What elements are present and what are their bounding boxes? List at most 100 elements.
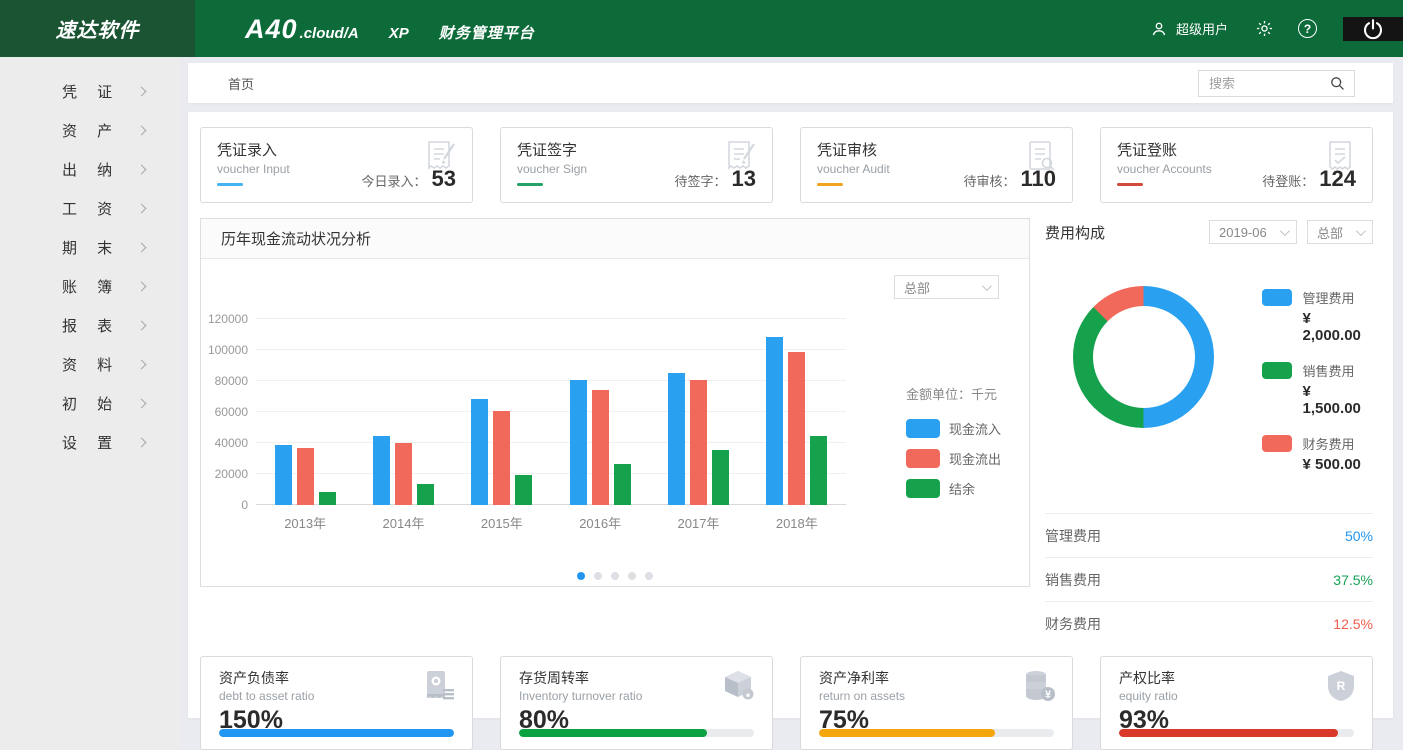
chart-org-dropdown[interactable]: 总部 xyxy=(894,275,999,299)
y-axis-tick: 20000 xyxy=(214,467,248,481)
search-icon[interactable] xyxy=(1329,75,1346,92)
chevron-right-icon xyxy=(136,437,147,448)
expense-donut-legend: 管理费用 ¥ 2,000.00 销售费用 ¥ 1,500.00 财务费用 ¥ 5… xyxy=(1262,286,1373,490)
logo-text: 速达软件 xyxy=(55,20,140,42)
expense-panel-title: 费用构成 xyxy=(1045,224,1106,242)
coins-icon: ¥ xyxy=(1021,669,1057,708)
bar-现金流出[interactable] xyxy=(296,448,314,505)
voucher-sign-card[interactable]: 凭证签字 voucher Sign 待签字： 13 xyxy=(500,127,773,203)
sidebar-item-period-end[interactable]: 期 末 xyxy=(0,228,180,267)
cashflow-plot: 0 20000 40000 60000 80000 100000 120000 xyxy=(208,312,846,512)
chevron-right-icon xyxy=(136,398,147,409)
search-box[interactable] xyxy=(1198,69,1355,97)
sidebar-item-reports[interactable]: 报 表 xyxy=(0,306,180,345)
x-axis-label: 2015年 xyxy=(480,516,523,531)
settings-gear-icon[interactable] xyxy=(1254,19,1274,39)
search-input[interactable] xyxy=(1209,75,1329,91)
cashflow-legend: 金额单位：千元 现金流入 现金流出 结余 xyxy=(905,384,1001,509)
bar-现金流出[interactable] xyxy=(493,411,511,505)
user-icon xyxy=(1149,19,1169,39)
cube-icon: ● xyxy=(721,669,757,708)
chevron-down-icon xyxy=(981,280,992,291)
sidebar-item-payroll[interactable]: 工 资 xyxy=(0,189,180,228)
sidebar-item-settings[interactable]: 设 置 xyxy=(0,423,180,462)
bar-现金流入[interactable] xyxy=(274,444,292,505)
bar-结余[interactable] xyxy=(416,484,434,505)
legend-item-结余[interactable]: 结余 xyxy=(905,479,1001,498)
bar-现金流入[interactable] xyxy=(372,436,390,505)
legend-item-finance[interactable]: 财务费用 ¥ 500.00 xyxy=(1262,434,1373,473)
voucher-input-icon xyxy=(421,139,459,178)
bar-现金流入[interactable] xyxy=(667,373,685,505)
product-suffix: .cloud/A xyxy=(299,25,359,42)
bar-结余[interactable] xyxy=(613,463,631,505)
carousel-dot[interactable] xyxy=(594,572,602,580)
sidebar-item-ledgers[interactable]: 账 簿 xyxy=(0,267,180,306)
bars-row xyxy=(256,319,846,505)
legend-item-现金流出[interactable]: 现金流出 xyxy=(905,449,1001,468)
sidebar-item-initial[interactable]: 初 始 xyxy=(0,384,180,423)
user-menu[interactable]: 超级用户 xyxy=(1149,19,1228,39)
bar-现金流入[interactable] xyxy=(766,336,784,505)
help-icon[interactable]: ? xyxy=(1298,19,1317,38)
voucher-input-card[interactable]: 凭证录入 voucher Input 今日录入： 53 xyxy=(200,127,473,203)
power-icon xyxy=(1364,18,1382,39)
bar-现金流出[interactable] xyxy=(394,443,412,505)
logout-power-button[interactable] xyxy=(1343,16,1403,41)
voucher-accounts-icon xyxy=(1321,139,1359,178)
bar-结余[interactable] xyxy=(318,491,336,505)
voucher-accounts-card[interactable]: 凭证登账 voucher Accounts 待登账： 124 xyxy=(1100,127,1373,203)
dashboard-panel: 凭证录入 voucher Input 今日录入： 53 凭证签字 voucher… xyxy=(188,112,1393,750)
legend-swatch xyxy=(905,419,940,438)
breadcrumb-home[interactable]: 首页 xyxy=(228,74,254,93)
voucher-cards-row: 凭证录入 voucher Input 今日录入： 53 凭证签字 voucher… xyxy=(200,127,1373,203)
carousel-dot[interactable] xyxy=(628,572,636,580)
svg-text:¥: ¥ xyxy=(1045,689,1052,701)
main-content: 首页 凭证录入 voucher Input 今日录入： 53 xyxy=(180,57,1403,750)
equity-ratio-card: 产权比率 equity ratio 93% R xyxy=(1100,656,1373,750)
legend-label: 现金流入 xyxy=(948,422,1001,437)
ratio-progress xyxy=(219,729,454,737)
voucher-audit-card[interactable]: 凭证审核 voucher Audit 待审核： 110 xyxy=(800,127,1073,203)
bar-结余[interactable] xyxy=(711,449,729,505)
chevron-right-icon xyxy=(136,242,147,253)
expense-row-finance: 财务费用 12.5% xyxy=(1045,601,1373,645)
bar-现金流入[interactable] xyxy=(569,380,587,505)
expense-org-dropdown[interactable]: 总部 xyxy=(1307,220,1373,244)
x-axis-label: 2016年 xyxy=(579,516,622,531)
expense-period-dropdown[interactable]: 2019-06 xyxy=(1209,220,1297,244)
sidebar-item-base-data[interactable]: 资 料 xyxy=(0,345,180,384)
legend-label: 结余 xyxy=(948,482,975,497)
y-axis-tick: 0 xyxy=(241,498,248,512)
bar-group-2013年 xyxy=(256,319,354,505)
sidebar-item-cashier[interactable]: 出 纳 xyxy=(0,150,180,189)
carousel-dot[interactable] xyxy=(645,572,653,580)
bar-结余[interactable] xyxy=(515,474,533,505)
expense-donut-chart xyxy=(1073,286,1215,428)
accent-dash xyxy=(217,183,243,186)
bar-结余[interactable] xyxy=(810,436,828,505)
app-header: 速达软件 A40 .cloud/A XP 财务管理平台 超级用户 ? xyxy=(0,0,1403,57)
chevron-right-icon xyxy=(136,359,147,370)
legend-item-sales[interactable]: 销售费用 ¥ 1,500.00 xyxy=(1262,361,1373,417)
chevron-right-icon xyxy=(136,320,147,331)
sidebar-item-assets[interactable]: 资 产 xyxy=(0,111,180,150)
sidebar-nav: 凭 证 资 产 出 纳 工 资 期 末 账 簿 报 表 资 料 初 始 设 置 xyxy=(0,57,180,750)
carousel-dot[interactable] xyxy=(577,572,585,580)
bar-现金流出[interactable] xyxy=(689,380,707,505)
cashflow-chart-body: 总部 0 20000 40000 60000 80000 100000 120000 201… xyxy=(201,259,1029,586)
bar-group-2015年 xyxy=(453,319,551,505)
y-axis-tick: 60000 xyxy=(214,405,248,419)
bar-现金流出[interactable] xyxy=(591,390,609,505)
sidebar-item-voucher[interactable]: 凭 证 xyxy=(0,72,180,111)
legend-label: 现金流出 xyxy=(948,452,1001,467)
bar-现金流出[interactable] xyxy=(788,352,806,505)
voucher-sign-icon xyxy=(721,139,759,178)
legend-item-现金流入[interactable]: 现金流入 xyxy=(905,419,1001,438)
bar-现金流入[interactable] xyxy=(471,398,489,505)
shield-icon: R xyxy=(1325,669,1357,708)
legend-item-management[interactable]: 管理费用 ¥ 2,000.00 xyxy=(1262,288,1373,344)
charts-row: 历年现金流动状况分析 总部 0 20000 40000 60000 80000 10000… xyxy=(200,218,1373,645)
carousel-dot[interactable] xyxy=(611,572,619,580)
inventory-turnover-card: 存货周转率 Inventory turnover ratio 80% ● xyxy=(500,656,773,750)
